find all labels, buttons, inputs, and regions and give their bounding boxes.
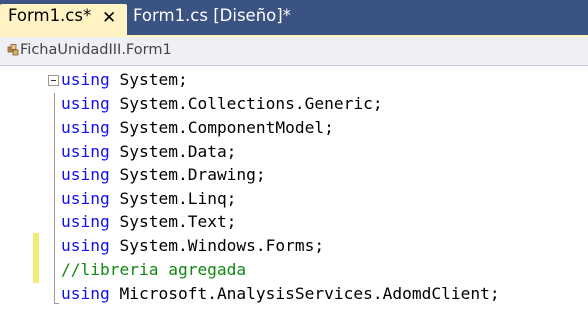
code-line-3: using System.ComponentModel; [61, 118, 334, 138]
code-line-2: using System.Collections.Generic; [61, 94, 383, 114]
namespace: System.Collections.Generic; [119, 94, 383, 113]
code-comment: //libreria agregada [61, 260, 247, 279]
close-icon[interactable]: ✕ [102, 8, 116, 28]
change-marker [33, 233, 39, 283]
keyword-using: using [61, 70, 110, 89]
keyword-using: using [61, 284, 110, 303]
keyword-using: using [61, 236, 110, 255]
code-line-5: using System.Drawing; [61, 165, 266, 185]
namespace: System.Text; [119, 212, 237, 231]
keyword-using: using [61, 118, 110, 137]
tab-label: Form1.cs [Diseño]* [133, 6, 291, 25]
namespace: System.ComponentModel; [119, 118, 334, 137]
navigation-class-label: FichaUnidadIII.Form1 [20, 42, 172, 58]
namespace: System; [119, 70, 188, 89]
code-line-8: using System.Windows.Forms; [61, 236, 324, 256]
code-line-1: using System; [61, 70, 188, 90]
class-icon [7, 44, 19, 56]
code-line-4: using System.Data; [61, 142, 236, 162]
namespace: System.Windows.Forms; [119, 236, 325, 255]
tab-form1-designer[interactable]: Form1.cs [Diseño]* [127, 4, 297, 35]
tab-label: Form1.cs* [8, 6, 92, 25]
keyword-using: using [61, 94, 110, 113]
namespace: System.Drawing; [119, 165, 266, 184]
namespace: System.Linq; [119, 189, 237, 208]
code-line-7: using System.Text; [61, 212, 236, 232]
outline-line [54, 93, 55, 304]
namespace: System.Data; [119, 142, 237, 161]
keyword-using: using [61, 189, 110, 208]
keyword-using: using [61, 165, 110, 184]
keyword-using: using [61, 142, 110, 161]
collapse-outline-icon[interactable] [48, 75, 59, 86]
code-line-6: using System.Linq; [61, 189, 236, 209]
keyword-using: using [61, 212, 110, 231]
outline-line-end [54, 303, 59, 304]
document-tab-bar: Form1.cs* ✕ Form1.cs [Diseño]* [0, 0, 588, 35]
navigation-bar[interactable]: FichaUnidadIII.Form1 [0, 35, 588, 66]
namespace: Microsoft.AnalysisServices.AdomdClient; [119, 284, 500, 303]
tab-form1-code[interactable]: Form1.cs* ✕ [0, 4, 127, 35]
code-line-10: using Microsoft.AnalysisServices.AdomdCl… [61, 284, 500, 304]
